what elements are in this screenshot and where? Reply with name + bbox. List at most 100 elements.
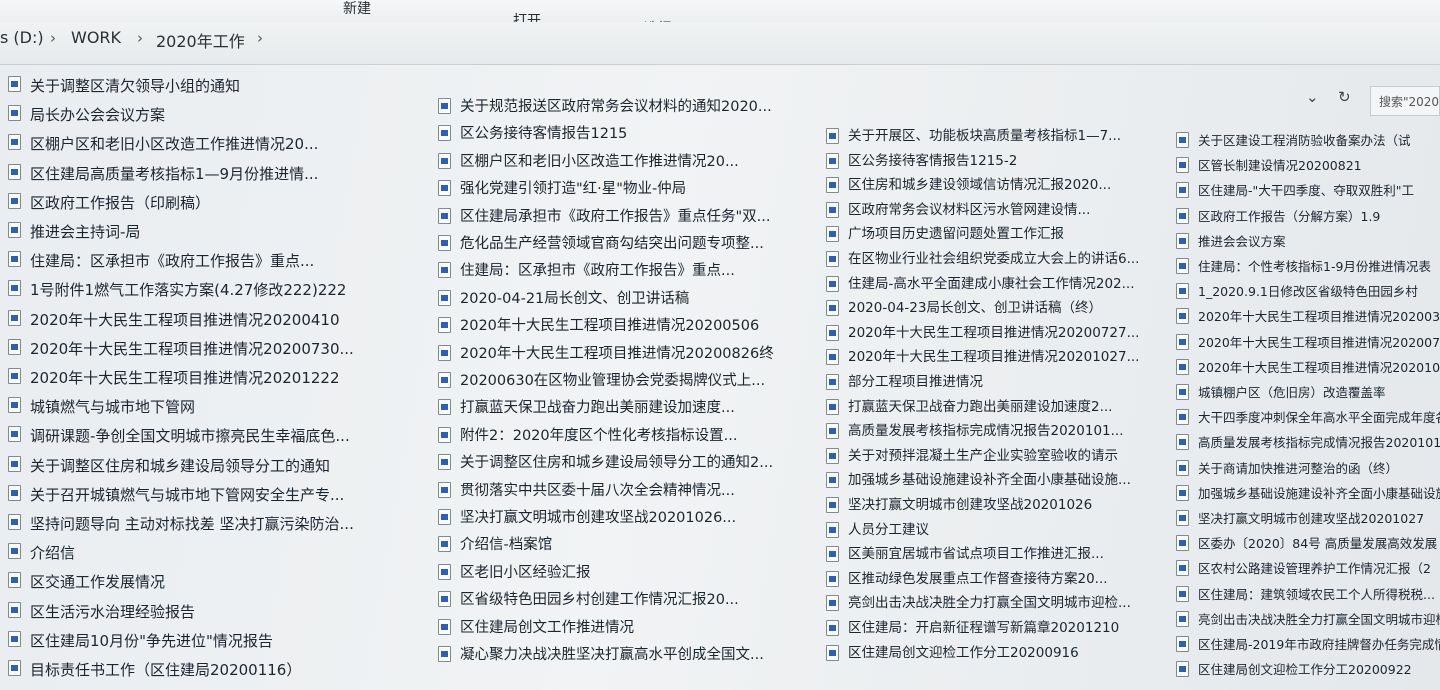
file-item[interactable]: 加强城乡基础设施建设补齐全面小康基础设施... (826, 470, 1166, 493)
file-item[interactable]: 坚决打赢文明城市创建攻坚战20201026... (438, 507, 823, 532)
file-item[interactable]: 区委办〔2020〕84号 高质量发展高效发展 (1176, 533, 1440, 556)
file-item[interactable]: 介绍信 (8, 541, 428, 568)
file-item[interactable]: 人员分工建议 (826, 520, 1166, 543)
file-item[interactable]: 区公务接待客情报告1215 (438, 123, 823, 148)
file-item[interactable]: 城镇燃气与城市地下管网 (8, 395, 428, 422)
file-item[interactable]: 广场项目历史遗留问题处置工作汇报 (826, 224, 1166, 247)
file-item[interactable]: 区政府常务会议材料区污水管网建设情... (826, 200, 1166, 223)
file-item[interactable]: 区政府工作报告（分解方案）1.9 (1176, 206, 1440, 229)
file-item[interactable]: 2020年十大民生工程项目推进情况20201222 (8, 366, 428, 393)
file-item[interactable]: 区住建局-2019年市政府挂牌督办任务完成情 (1176, 634, 1440, 657)
search-input[interactable]: 搜索"2020 (1370, 86, 1440, 116)
file-item[interactable]: 关于商请加快推进河整治的函（终） (1176, 458, 1440, 481)
file-item[interactable]: 2020年十大民生工程项目推进情况20200730... (8, 337, 428, 364)
file-item[interactable]: 关于开展区、功能板块高质量考核指标1—7... (826, 126, 1166, 149)
word-document-icon (1176, 283, 1189, 300)
refresh-icon[interactable]: ↻ (1338, 88, 1351, 106)
file-item[interactable]: 区棚户区和老旧小区改造工作推进情况20... (8, 132, 428, 159)
file-item[interactable]: 区美丽宜居城市省试点项目工作推进汇报... (826, 544, 1166, 567)
file-item[interactable]: 坚持问题导向 主动对标找差 坚决打赢污染防治... (8, 512, 428, 539)
file-item[interactable]: 2020年十大民生工程项目推进情况20200727... (826, 323, 1166, 346)
file-item[interactable]: 2020年十大民生工程项目推进情况20200410 (8, 308, 428, 335)
file-item[interactable]: 区生活污水治理经验报告 (8, 600, 428, 627)
file-item[interactable]: 关于召开城镇燃气与城市地下管网安全生产专... (8, 483, 428, 510)
file-item[interactable]: 区推动绿色发展重点工作督查接待方案20... (826, 569, 1166, 592)
file-item[interactable]: 20200630在区物业管理协会党委揭牌仪式上... (438, 370, 823, 395)
file-item[interactable]: 加强城乡基础设施建设补齐全面小康基础设施 (1176, 483, 1440, 506)
file-name: 介绍信 (30, 544, 76, 563)
file-item[interactable]: 住建局-高水平全面建成小康社会工作情况202... (826, 274, 1166, 297)
file-item[interactable]: 区老旧小区经验汇报 (438, 562, 823, 587)
file-item[interactable]: 区农村公路建设管理养护工作情况汇报（2 (1176, 558, 1440, 581)
file-item[interactable]: 区住建局：开启新征程谱写新篇章20201210 (826, 618, 1166, 641)
address-bar[interactable]: s (D:) › WORK › 2020年工作 › (0, 22, 1440, 65)
file-item[interactable]: 区住建局-"大干四季度、夺取双胜利"工 (1176, 180, 1440, 203)
file-item[interactable]: 2020年十大民生工程项目推进情况20200506 (438, 315, 823, 340)
file-item[interactable]: 关于调整区住房和城乡建设局领导分工的通知2... (438, 452, 823, 477)
file-item[interactable]: 区住房和城乡建设领域信访情况汇报2020... (826, 175, 1166, 198)
file-item[interactable]: 亮剑出击决战决胜全力打赢全国文明城市迎检... (1176, 609, 1440, 632)
file-item[interactable]: 区住建局创文工作推进情况 (438, 617, 823, 642)
file-item[interactable]: 区住建局创文迎检工作分工20200916 (826, 643, 1166, 666)
file-item[interactable]: 打赢蓝天保卫战奋力跑出美丽建设加速度2... (826, 397, 1166, 420)
file-item[interactable]: 住建局：个性考核指标1-9月份推进情况表 (1176, 256, 1440, 279)
file-item[interactable]: 调研课题-争创全国文明城市擦亮民生幸福底色... (8, 424, 428, 451)
file-item[interactable]: 2020年十大民生工程项目推进情况20200727 (1176, 332, 1440, 355)
file-item[interactable]: 区公务接待客情报告1215-2 (826, 151, 1166, 174)
file-item[interactable]: 关于对预拌混凝土生产企业实验室验收的请示 (826, 446, 1166, 469)
file-item[interactable]: 目标责任书工作（区住建局20200116） (8, 658, 428, 685)
file-item[interactable]: 危化品生产经营领域官商勾结突出问题专项整... (438, 233, 823, 258)
file-item[interactable]: 2020年十大民生工程项目推进情况20200327 (1176, 306, 1440, 329)
file-item[interactable]: 局长办公会会议方案 (8, 103, 428, 130)
file-item[interactable]: 坚决打赢文明城市创建攻坚战20201027 (1176, 508, 1440, 531)
file-item[interactable]: 住建局：区承担市《政府工作报告》重点... (438, 260, 823, 285)
file-item[interactable]: 区管长制建设情况20200821 (1176, 155, 1440, 178)
breadcrumb-2020-work[interactable]: 2020年工作 (156, 28, 245, 52)
chevron-right-icon[interactable]: › (257, 29, 263, 47)
file-item[interactable]: 关于区建设工程消防验收备案办法（试 (1176, 130, 1440, 153)
file-item[interactable]: 推进会主持词-局 (8, 220, 428, 247)
file-item[interactable]: 区棚户区和老旧小区改造工作推进情况20... (438, 151, 823, 176)
breadcrumb-drive[interactable]: s (D:) (0, 28, 44, 47)
file-item[interactable]: 2020年十大民生工程项目推进情况20200826终 (438, 343, 823, 368)
file-item[interactable]: 2020年十大民生工程项目推进情况20201027... (826, 347, 1166, 370)
file-item[interactable]: 区交通工作发展情况 (8, 570, 428, 597)
file-item[interactable]: 区政府工作报告（印刷稿） (8, 191, 428, 218)
file-item[interactable]: 坚决打赢文明城市创建攻坚战20201026 (826, 495, 1166, 518)
file-item[interactable]: 强化党建引领打造"红·星"物业-仲局 (438, 178, 823, 203)
file-item[interactable]: 介绍信-档案馆 (438, 534, 823, 559)
new-command[interactable]: 新建 (343, 0, 371, 18)
file-item[interactable]: 部分工程项目推进情况 (826, 372, 1166, 395)
file-item[interactable]: 2020年十大民生工程项目推进情况20201027 (1176, 357, 1440, 380)
file-item[interactable]: 区住建局创文迎检工作分工20200922 (1176, 659, 1440, 682)
file-name: 关于调整区住房和城乡建设局领导分工的通知 (30, 456, 331, 475)
file-item[interactable]: 凝心聚力决战决胜坚决打赢高水平创成全国文... (438, 644, 823, 669)
file-item[interactable]: 2020-04-21局长创文、创卫讲话稿 (438, 288, 823, 313)
file-item[interactable]: 住建局：区承担市《政府工作报告》重点... (8, 249, 428, 276)
file-name: 坚决打赢文明城市创建攻坚战20201026... (460, 510, 737, 526)
word-document-icon (438, 591, 451, 608)
file-item[interactable]: 高质量发展考核指标完成情况报告2020101... (826, 421, 1166, 444)
file-item[interactable]: 关于调整区清欠领导小组的通知 (8, 74, 428, 101)
file-item[interactable]: 亮剑出击决战决胜全力打赢全国文明城市迎检... (826, 593, 1166, 616)
file-item[interactable]: 区住建局高质量考核指标1—9月份推进情... (8, 162, 428, 189)
breadcrumb-work[interactable]: WORK (71, 28, 121, 47)
file-item[interactable]: 1号附件1燃气工作落实方案(4.27修改222)222 (8, 278, 428, 305)
file-item[interactable]: 推进会会议方案 (1176, 231, 1440, 254)
file-item[interactable]: 1_2020.9.1日修改区省级特色田园乡村 (1176, 281, 1440, 304)
file-item[interactable]: 2020-04-23局长创文、创卫讲话稿（终） (826, 298, 1166, 321)
file-item[interactable]: 区住建局承担市《政府工作报告》重点任务"双... (438, 206, 823, 231)
file-item[interactable]: 附件2：2020年度区个性化考核指标设置... (438, 425, 823, 450)
file-item[interactable]: 贯彻落实中共区委十届八次全会精神情况... (438, 480, 823, 505)
file-item[interactable]: 关于调整区住房和城乡建设局领导分工的通知 (8, 454, 428, 481)
file-item[interactable]: 关于规范报送区政府常务会议材料的通知2020... (438, 96, 823, 121)
chevron-down-icon[interactable]: ⌄ (1306, 88, 1319, 106)
file-item[interactable]: 区省级特色田园乡村创建工作情况汇报20... (438, 589, 823, 614)
file-item[interactable]: 在区物业行业社会组织党委成立大会上的讲话6... (826, 249, 1166, 272)
file-item[interactable]: 打赢蓝天保卫战奋力跑出美丽建设加速度... (438, 397, 823, 422)
file-item[interactable]: 高质量发展考核指标完成情况报告20201010 (1176, 432, 1440, 455)
file-item[interactable]: 区住建局10月份"争先进位"情况报告 (8, 629, 428, 656)
file-item[interactable]: 大干四季度冲刺保全年高水平全面完成年度各 (1176, 407, 1440, 430)
file-item[interactable]: 城镇棚户区（危旧房）改造覆盖率 (1176, 382, 1440, 405)
file-item[interactable]: 区住建局：建筑领域农民工个人所得税税... (1176, 584, 1440, 607)
